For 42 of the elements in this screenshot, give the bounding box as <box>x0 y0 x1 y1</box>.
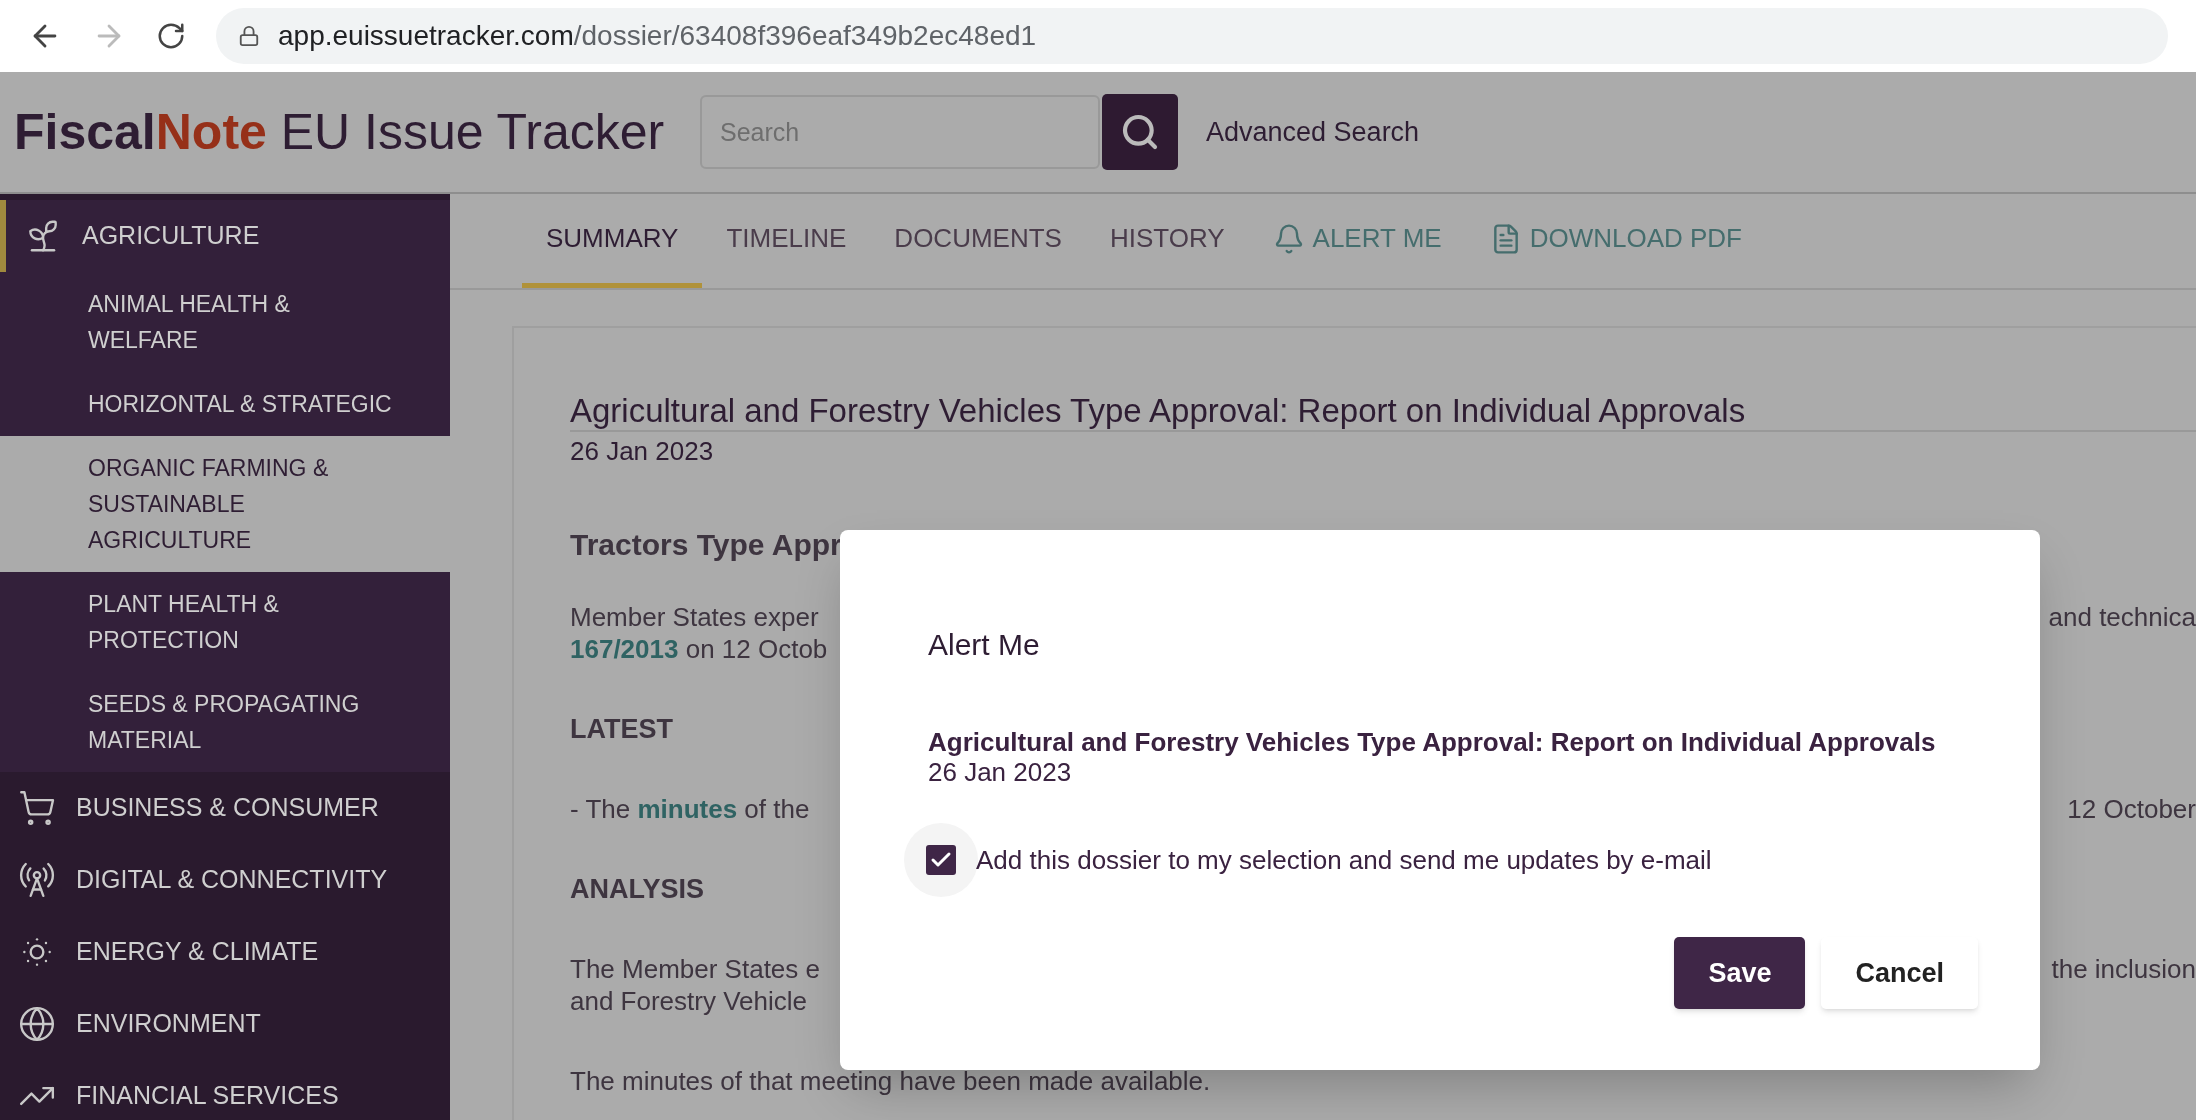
paragraph-text: and Forestry Vehicle <box>570 985 807 1017</box>
tab[interactable]: HISTORY <box>1085 194 1249 288</box>
dialog-dossier-title: Agricultural and Forestry Vehicles Type Approval: Report on Individual Approvals <box>928 727 1937 757</box>
save-button[interactable]: Save <box>1674 937 1806 1009</box>
paragraph-text: Member States exper <box>570 601 819 633</box>
search-icon <box>1120 112 1160 152</box>
reload-icon[interactable] <box>156 21 186 51</box>
tab[interactable]: SUMMARY <box>522 194 703 288</box>
sidebar-item[interactable]: FINANCIAL SERVICES <box>0 1060 450 1120</box>
paragraph-text: 167/2013 on 12 Octob <box>570 633 828 665</box>
paragraph-text: 12 October <box>2067 793 2196 825</box>
antenna-icon <box>18 861 56 899</box>
section-heading: Tractors Type Appr <box>570 529 842 561</box>
dialog-title: Alert Me <box>928 627 1041 663</box>
paragraph-text: the inclusion <box>2051 953 2196 985</box>
paragraph-text: and technica <box>2048 601 2196 633</box>
search-field[interactable]: Search <box>700 95 1100 169</box>
lock-icon <box>238 25 260 47</box>
paragraph-text: The Member States e <box>570 953 820 985</box>
dialog-dossier-date: 26 Jan 2023 <box>928 757 1073 787</box>
logo[interactable]: FiscalNote EU Issue Tracker <box>14 94 700 170</box>
sidebar-item[interactable]: ENERGY & CLIMATE <box>0 916 450 988</box>
dossier-date: 26 Jan 2023 <box>570 435 715 468</box>
cart-icon <box>18 789 56 827</box>
checkbox[interactable] <box>926 845 956 875</box>
sidebar-item[interactable]: BUSINESS & CONSUMER <box>0 772 450 844</box>
section-heading: ANALYSIS <box>570 873 705 905</box>
advanced-search-link[interactable]: Advanced Search <box>1206 111 1420 153</box>
paragraph-text: The minutes of that meeting have been made available. <box>570 1065 1211 1097</box>
sidebar-subitem[interactable]: ORGANIC FARMING & SUSTAINABLE AGRICULTURE <box>0 436 450 572</box>
section-heading: LATEST <box>570 713 673 745</box>
sidebar-item[interactable]: DIGITAL & CONNECTIVITY <box>0 844 450 916</box>
paragraph-text: - The minutes of the <box>570 793 810 825</box>
cancel-button[interactable]: Cancel <box>1821 937 1978 1009</box>
tab[interactable]: DOCUMENTS <box>870 194 1086 288</box>
tab[interactable]: TIMELINE <box>702 194 871 288</box>
globe-icon <box>18 1005 56 1043</box>
search-button[interactable] <box>1102 94 1178 170</box>
checkbox-label: Add this dossier to my selection and send me updates by e-mail <box>976 843 1712 877</box>
address-bar[interactable]: app.euissuetracker.com/dossier/63408f396eaf349b2ec48ed1 <box>216 8 2168 64</box>
sidebar-item[interactable]: ENVIRONMENT <box>0 988 450 1060</box>
dossier-title: Agricultural and Forestry Vehicles Type Approval: Report on Individual Approvals <box>570 392 1747 430</box>
